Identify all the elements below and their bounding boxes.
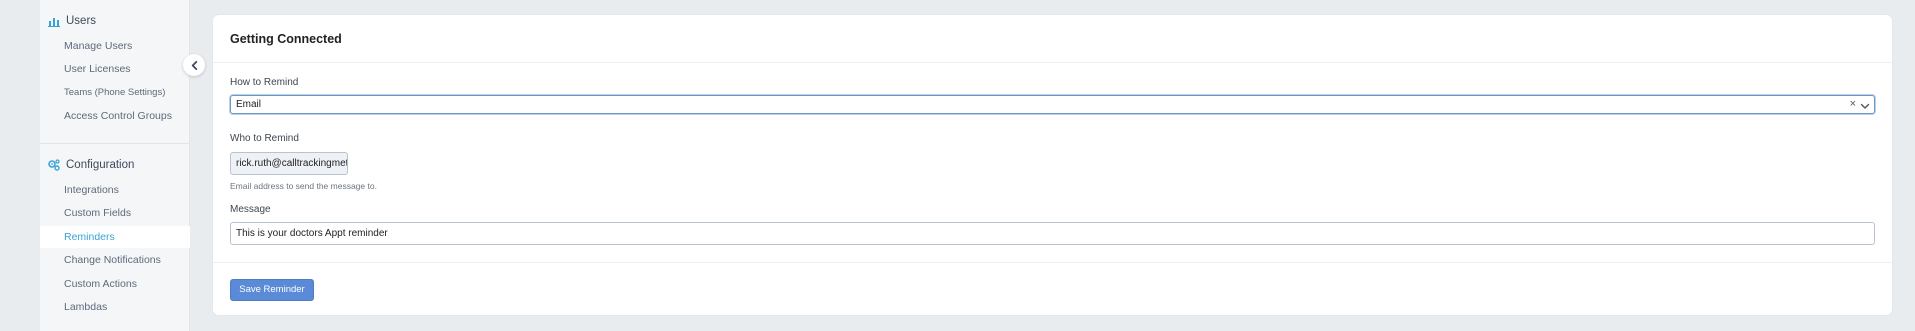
sidebar-item-lambdas[interactable]: Lambdas (40, 296, 190, 318)
card-footer-divider (213, 262, 1892, 263)
how-to-remind-value: Email (236, 99, 262, 110)
gears-icon (48, 159, 60, 171)
sidebar-section-users: Users (48, 12, 96, 30)
chevron-left-icon (190, 60, 199, 70)
sidebar-section-title: Users (66, 15, 97, 27)
who-to-remind-label: Who to Remind (230, 133, 299, 144)
sidebar-item-change-notifications[interactable]: Change Notifications (40, 249, 190, 271)
sidebar-divider (40, 143, 190, 144)
how-to-remind-select[interactable]: Email × (230, 95, 1875, 114)
sidebar-item-access-control-groups[interactable]: Access Control Groups (40, 105, 190, 127)
sidebar-collapse-button[interactable] (183, 54, 205, 76)
chevron-down-icon[interactable] (1860, 100, 1870, 110)
left-gutter (0, 0, 40, 331)
bar-chart-icon (48, 15, 60, 27)
sidebar: Users Manage Users User Licenses Teams (… (40, 0, 190, 331)
sidebar-section-configuration: Configuration (48, 156, 134, 174)
sidebar-section-title: Configuration (66, 159, 135, 171)
clear-icon[interactable]: × (1850, 96, 1856, 113)
sidebar-item-custom-actions[interactable]: Custom Actions (40, 273, 190, 295)
sidebar-item-reminders[interactable]: Reminders (40, 226, 190, 248)
sidebar-item-custom-fields[interactable]: Custom Fields (40, 202, 190, 224)
sidebar-item-user-licenses[interactable]: User Licenses (40, 58, 190, 80)
how-to-remind-label: How to Remind (230, 77, 299, 88)
sidebar-item-manage-users[interactable]: Manage Users (40, 35, 190, 57)
message-input[interactable]: This is your doctors Appt reminder (230, 222, 1875, 245)
reminder-card: Getting Connected How to Remind Email × … (213, 15, 1892, 315)
card-title: Getting Connected (230, 32, 342, 46)
who-to-remind-help: Email address to send the message to. (230, 181, 377, 191)
who-to-remind-input[interactable]: rick.ruth@calltrackingmetrics.com (230, 152, 348, 175)
card-header-divider (213, 62, 1892, 63)
message-label: Message (230, 204, 271, 215)
sidebar-item-teams[interactable]: Teams (Phone Settings) (40, 82, 190, 104)
sidebar-item-integrations[interactable]: Integrations (40, 179, 190, 201)
save-reminder-button[interactable]: Save Reminder (230, 279, 314, 301)
